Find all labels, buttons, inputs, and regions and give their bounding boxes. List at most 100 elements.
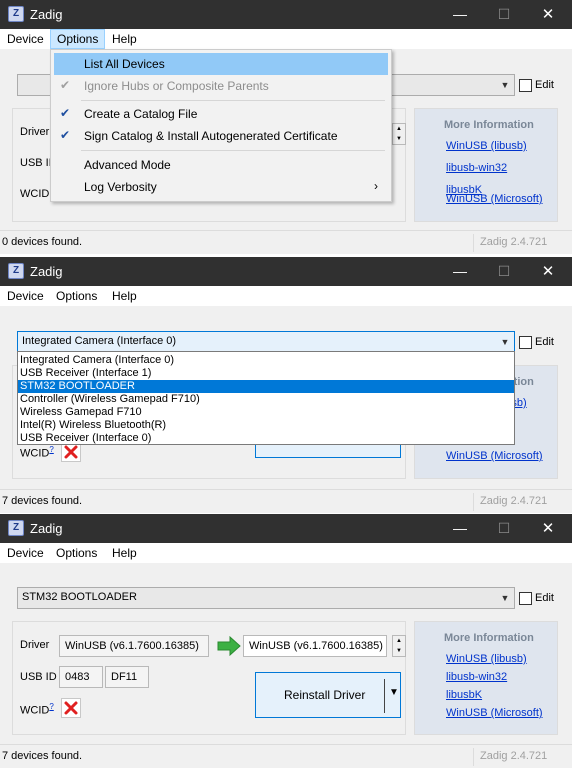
- menu-advanced-mode[interactable]: Advanced Mode: [54, 154, 388, 176]
- status-divider: [473, 748, 474, 766]
- edit-checkbox[interactable]: [519, 79, 532, 92]
- link-winusb-microsoft[interactable]: WinUSB (Microsoft): [446, 707, 543, 719]
- version-text: Zadig 2.4.721: [480, 495, 548, 507]
- edit-checkbox[interactable]: [519, 592, 532, 605]
- status-bar: 0 devices found. Zadig 2.4.721: [0, 230, 572, 254]
- driver-spinner[interactable]: ▲ ▼: [392, 635, 406, 657]
- link-libusb-win32[interactable]: libusb-win32: [446, 162, 507, 174]
- title-bar: Z Zadig — ☐ ✕: [0, 514, 572, 543]
- menu-bar: Device Options Help: [0, 286, 572, 306]
- menu-bar: Device Options Help: [0, 543, 572, 563]
- target-driver-field[interactable]: WinUSB (v6.1.7600.16385): [243, 635, 387, 657]
- zadig-window-device-list: Z Zadig — ☐ ✕ Device Options Help Integr…: [0, 257, 572, 513]
- driver-spinner[interactable]: ▲ ▼: [392, 123, 406, 145]
- version-text: Zadig 2.4.721: [480, 750, 548, 762]
- window-title: Zadig: [30, 264, 63, 279]
- menu-sign-catalog[interactable]: ✔ Sign Catalog & Install Autogenerated C…: [54, 125, 388, 147]
- menu-ignore-hubs: ✔ Ignore Hubs or Composite Parents: [54, 75, 388, 97]
- link-winusb-libusb[interactable]: WinUSB (libusb): [446, 653, 527, 665]
- spin-up-icon[interactable]: ▲: [393, 636, 405, 646]
- zadig-app-icon: Z: [8, 263, 24, 279]
- driver-label: Driver: [20, 639, 50, 651]
- wcid-label: WCID: [20, 188, 50, 200]
- menu-device[interactable]: Device: [1, 286, 50, 306]
- close-button[interactable]: ✕: [526, 514, 570, 543]
- more-info-panel: More Information WinUSB (libusb) libusb-…: [414, 621, 558, 735]
- close-button[interactable]: ✕: [526, 0, 570, 29]
- title-bar: Z Zadig — ☐ ✕: [0, 0, 572, 29]
- edit-label: Edit: [535, 592, 554, 604]
- device-option[interactable]: USB Receiver (Interface 0): [18, 432, 514, 445]
- reinstall-driver-label: Reinstall Driver: [284, 688, 366, 702]
- spin-up-icon[interactable]: ▲: [393, 124, 405, 134]
- minimize-button[interactable]: —: [438, 514, 482, 543]
- reinstall-driver-button[interactable]: Reinstall Driver ▼: [255, 672, 401, 718]
- device-option[interactable]: USB Receiver (Interface 1): [18, 367, 514, 380]
- status-divider: [473, 234, 474, 252]
- split-button-divider: [384, 679, 385, 713]
- menu-create-catalog[interactable]: ✔ Create a Catalog File: [54, 103, 388, 125]
- menu-item-label: Log Verbosity: [84, 180, 157, 194]
- options-menu: List All Devices ✔ Ignore Hubs or Compos…: [50, 49, 392, 202]
- menu-log-verbosity[interactable]: Log Verbosity ›: [54, 176, 388, 198]
- device-option[interactable]: Controller (Wireless Gamepad F710): [18, 393, 514, 406]
- zadig-app-icon: Z: [8, 6, 24, 22]
- device-option[interactable]: Wireless Gamepad F710: [18, 406, 514, 419]
- menu-options[interactable]: Options: [50, 286, 103, 306]
- device-option-selected[interactable]: STM32 BOOTLOADER: [18, 380, 514, 393]
- maximize-button[interactable]: ☐: [482, 257, 526, 286]
- device-option[interactable]: Intel(R) Wireless Bluetooth(R): [18, 419, 514, 432]
- title-bar: Z Zadig — ☐ ✕: [0, 257, 572, 286]
- spin-down-icon[interactable]: ▼: [393, 646, 405, 656]
- current-driver-field: WinUSB (v6.1.7600.16385): [59, 635, 209, 657]
- menu-item-label: Ignore Hubs or Composite Parents: [84, 79, 269, 93]
- minimize-button[interactable]: —: [438, 257, 482, 286]
- zadig-window-options-menu: Z Zadig — ☐ ✕ Device Options Help ▼ Edit…: [0, 0, 572, 254]
- menu-help[interactable]: Help: [106, 29, 143, 49]
- more-info-title: More Information: [444, 632, 534, 644]
- menu-options[interactable]: Options: [50, 29, 106, 49]
- dropdown-arrow-icon[interactable]: ▼: [389, 687, 399, 698]
- close-button[interactable]: ✕: [526, 257, 570, 286]
- device-dropdown-value: Integrated Camera (Interface 0): [22, 335, 177, 347]
- status-bar: 7 devices found. Zadig 2.4.721: [0, 744, 572, 768]
- usb-pid-field: DF11: [105, 666, 149, 688]
- driver-panel: Driver WinUSB (v6.1.7600.16385) WinUSB (…: [12, 621, 406, 735]
- menu-item-label: Sign Catalog & Install Autogenerated Cer…: [84, 129, 338, 143]
- link-libusbk[interactable]: libusbK: [446, 689, 482, 701]
- more-info-panel: More Information WinUSB (libusb) libusb-…: [414, 108, 558, 222]
- device-dropdown[interactable]: STM32 BOOTLOADER ▼: [17, 587, 515, 609]
- spin-down-icon[interactable]: ▼: [393, 134, 405, 144]
- menu-help[interactable]: Help: [106, 286, 143, 306]
- device-dropdown[interactable]: Integrated Camera (Interface 0) ▼: [17, 331, 515, 353]
- link-winusb-microsoft[interactable]: WinUSB (Microsoft): [446, 450, 543, 462]
- status-text: 7 devices found.: [2, 495, 83, 507]
- menu-device[interactable]: Device: [1, 29, 50, 49]
- menu-options[interactable]: Options: [50, 543, 103, 563]
- menu-separator: [81, 100, 385, 101]
- driver-label: Driver: [20, 126, 50, 138]
- maximize-button[interactable]: ☐: [482, 514, 526, 543]
- link-libusb-win32[interactable]: libusb-win32: [446, 671, 507, 683]
- window-title: Zadig: [30, 7, 63, 22]
- usb-vid-field: 0483: [59, 666, 103, 688]
- link-winusb-libusb[interactable]: WinUSB (libusb): [446, 140, 527, 152]
- device-dropdown-value: STM32 BOOTLOADER: [22, 591, 137, 603]
- chevron-down-icon: ▼: [500, 80, 510, 90]
- link-winusb-microsoft[interactable]: WinUSB (Microsoft): [446, 193, 543, 205]
- minimize-button[interactable]: —: [438, 0, 482, 29]
- menu-list-all-devices[interactable]: List All Devices: [54, 53, 388, 75]
- maximize-button[interactable]: ☐: [482, 0, 526, 29]
- chevron-down-icon: ▼: [500, 337, 510, 347]
- edit-checkbox[interactable]: [519, 336, 532, 349]
- device-option[interactable]: Integrated Camera (Interface 0): [18, 354, 514, 367]
- checkmark-icon: ✔: [60, 106, 71, 120]
- menu-help[interactable]: Help: [106, 543, 143, 563]
- checkmark-icon: ✔: [60, 78, 71, 92]
- menu-device[interactable]: Device: [1, 543, 50, 563]
- more-info-title: More Information: [444, 119, 534, 131]
- menu-item-label: List All Devices: [84, 57, 165, 71]
- status-text: 0 devices found.: [2, 236, 83, 248]
- menu-item-label: Advanced Mode: [84, 158, 171, 172]
- device-dropdown-list: Integrated Camera (Interface 0) USB Rece…: [17, 351, 515, 445]
